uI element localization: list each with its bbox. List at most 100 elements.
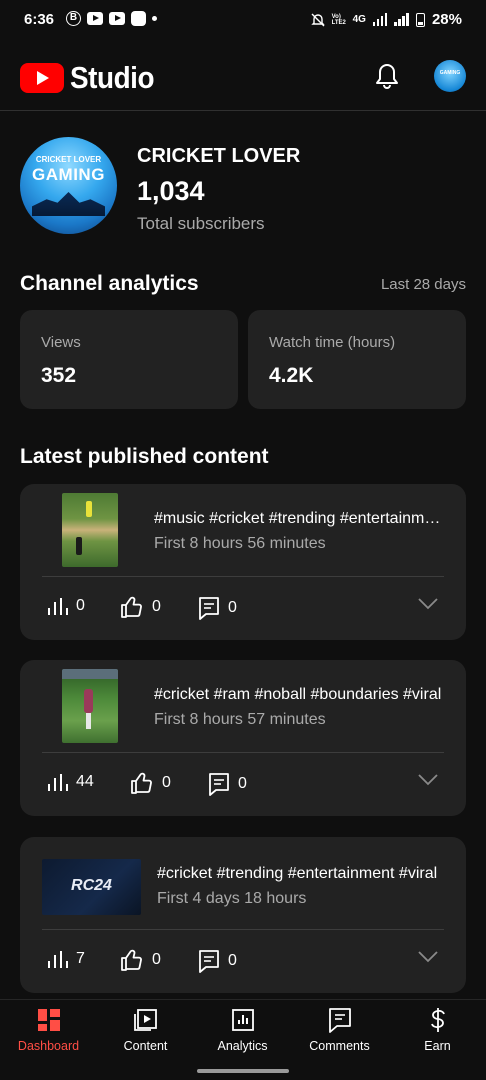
thumbs-up-icon [131,772,152,794]
bar-chart-icon [48,774,68,791]
dollar-icon [430,1008,445,1032]
status-system-icons: Vo) LTE2 4G 28% [310,11,462,28]
video-thumbnail[interactable] [62,669,118,743]
battery-percent: 28% [431,11,462,28]
mute-icon [310,13,325,26]
divider [42,929,444,930]
likes-metric: 0 [120,949,161,971]
avatar-text: GAMING [439,70,461,76]
avatar-artwork [32,192,105,216]
likes-count: 0 [152,598,161,615]
nav-label: Dashboard [17,1039,80,1053]
video-time-since: First 8 hours 57 minutes [154,711,326,728]
channel-avatar[interactable]: CRICKET LOVER GAMING [20,137,117,234]
status-bar: 6:36 B Vo) LTE2 4G 28% [0,0,486,42]
dashboard-icon [37,1009,60,1031]
video-thumbnail[interactable]: RC24 [42,859,141,915]
account-avatar[interactable]: GAMING [434,60,466,92]
nav-comments[interactable]: Comments [291,1006,388,1053]
comments-count: 0 [228,599,237,616]
video-time-since: First 8 hours 56 minutes [154,535,326,552]
nav-earn[interactable]: Earn [389,1006,486,1053]
home-indicator[interactable] [197,1069,289,1073]
latest-content-title: Latest published content [20,445,269,468]
views-metric: 44 [46,772,94,792]
volte-label: Vo) LTE2 [331,13,346,26]
video-time-since: First 4 days 18 hours [157,890,307,907]
bar-chart-icon [48,951,68,968]
views-metric: 7 [46,949,85,969]
status-time: 6:36 [24,11,55,28]
network-type: 4G [352,14,366,25]
comments-metric: 0 [198,949,237,973]
youtube-notification-icon [109,12,125,25]
content-card[interactable]: #cricket #ram #noball #boundaries #viral… [20,660,466,816]
status-notification-icons: B [66,11,157,26]
comment-icon [209,773,229,796]
subscriber-label: Total subscribers [137,214,265,233]
video-title[interactable]: #cricket #trending #entertainment #viral [157,865,447,883]
battery-icon [415,12,425,27]
likes-count: 0 [152,951,161,968]
app-bar: Studio GAMING [0,44,486,111]
analytics-period: Last 28 days [380,276,466,293]
comment-icon [199,597,219,620]
avatar-line-1: CRICKET LOVER [35,155,102,164]
bottom-navigation: Dashboard Content Analytics Comments Ear… [0,999,486,1061]
content-icon [133,1009,157,1031]
comments-metric: 0 [198,596,237,620]
views-value: 352 [41,364,77,387]
views-card[interactable]: Views 352 [20,310,238,409]
analytics-icon [231,1009,254,1031]
chevron-down-icon[interactable] [418,951,438,963]
more-notifications-icon [152,16,157,21]
bar-chart-icon [48,598,68,615]
watch-time-card[interactable]: Watch time (hours) 4.2K [248,310,466,409]
nav-label: Comments [309,1039,370,1053]
signal-icon [372,13,388,26]
comment-icon [199,950,219,973]
thumbnail-text: RC24 [71,877,112,894]
bell-icon[interactable] [374,62,400,90]
watch-time-label: Watch time (hours) [269,334,396,351]
likes-metric: 0 [130,772,171,794]
watch-time-value: 4.2K [269,364,314,387]
signal-icon [394,13,409,26]
video-title[interactable]: #cricket #ram #noball #boundaries #viral [154,686,444,704]
channel-name: CRICKET LOVER [137,145,301,167]
subscriber-count: 1,034 [137,176,205,206]
content-card[interactable]: RC24 #cricket #trending #entertainment #… [20,837,466,993]
likes-count: 0 [162,774,171,791]
nav-label: Earn [424,1039,451,1053]
nav-dashboard[interactable]: Dashboard [0,1006,97,1053]
views-count: 0 [76,597,85,614]
youtube-notification-icon [87,12,103,25]
comments-count: 0 [228,952,237,969]
thumbs-up-icon [121,596,142,618]
video-thumbnail[interactable] [62,493,118,567]
channel-analytics-title: Channel analytics [20,272,199,295]
comments-metric: 0 [208,772,247,796]
likes-metric: 0 [120,596,161,618]
comments-icon [328,1008,351,1033]
views-count: 44 [76,773,94,790]
youtube-logo-icon [20,63,64,93]
app-notification-icon [131,11,146,26]
divider [42,752,444,753]
nav-label: Analytics [217,1039,268,1053]
divider [42,576,444,577]
studio-logo[interactable]: Studio [20,60,163,96]
nav-label: Content [123,1039,168,1053]
avatar-line-2: GAMING [32,165,105,184]
app-title: Studio [70,60,155,95]
views-metric: 0 [46,596,85,616]
nav-analytics[interactable]: Analytics [194,1006,291,1053]
comments-count: 0 [238,775,247,792]
content-card[interactable]: #music #cricket #trending #entertainment… [20,484,466,640]
thumbs-up-icon [121,949,142,971]
nav-content[interactable]: Content [97,1006,194,1053]
chevron-down-icon[interactable] [418,774,438,786]
views-count: 7 [76,950,85,967]
chevron-down-icon[interactable] [418,598,438,610]
video-title[interactable]: #music #cricket #trending #entertainment [154,510,444,528]
